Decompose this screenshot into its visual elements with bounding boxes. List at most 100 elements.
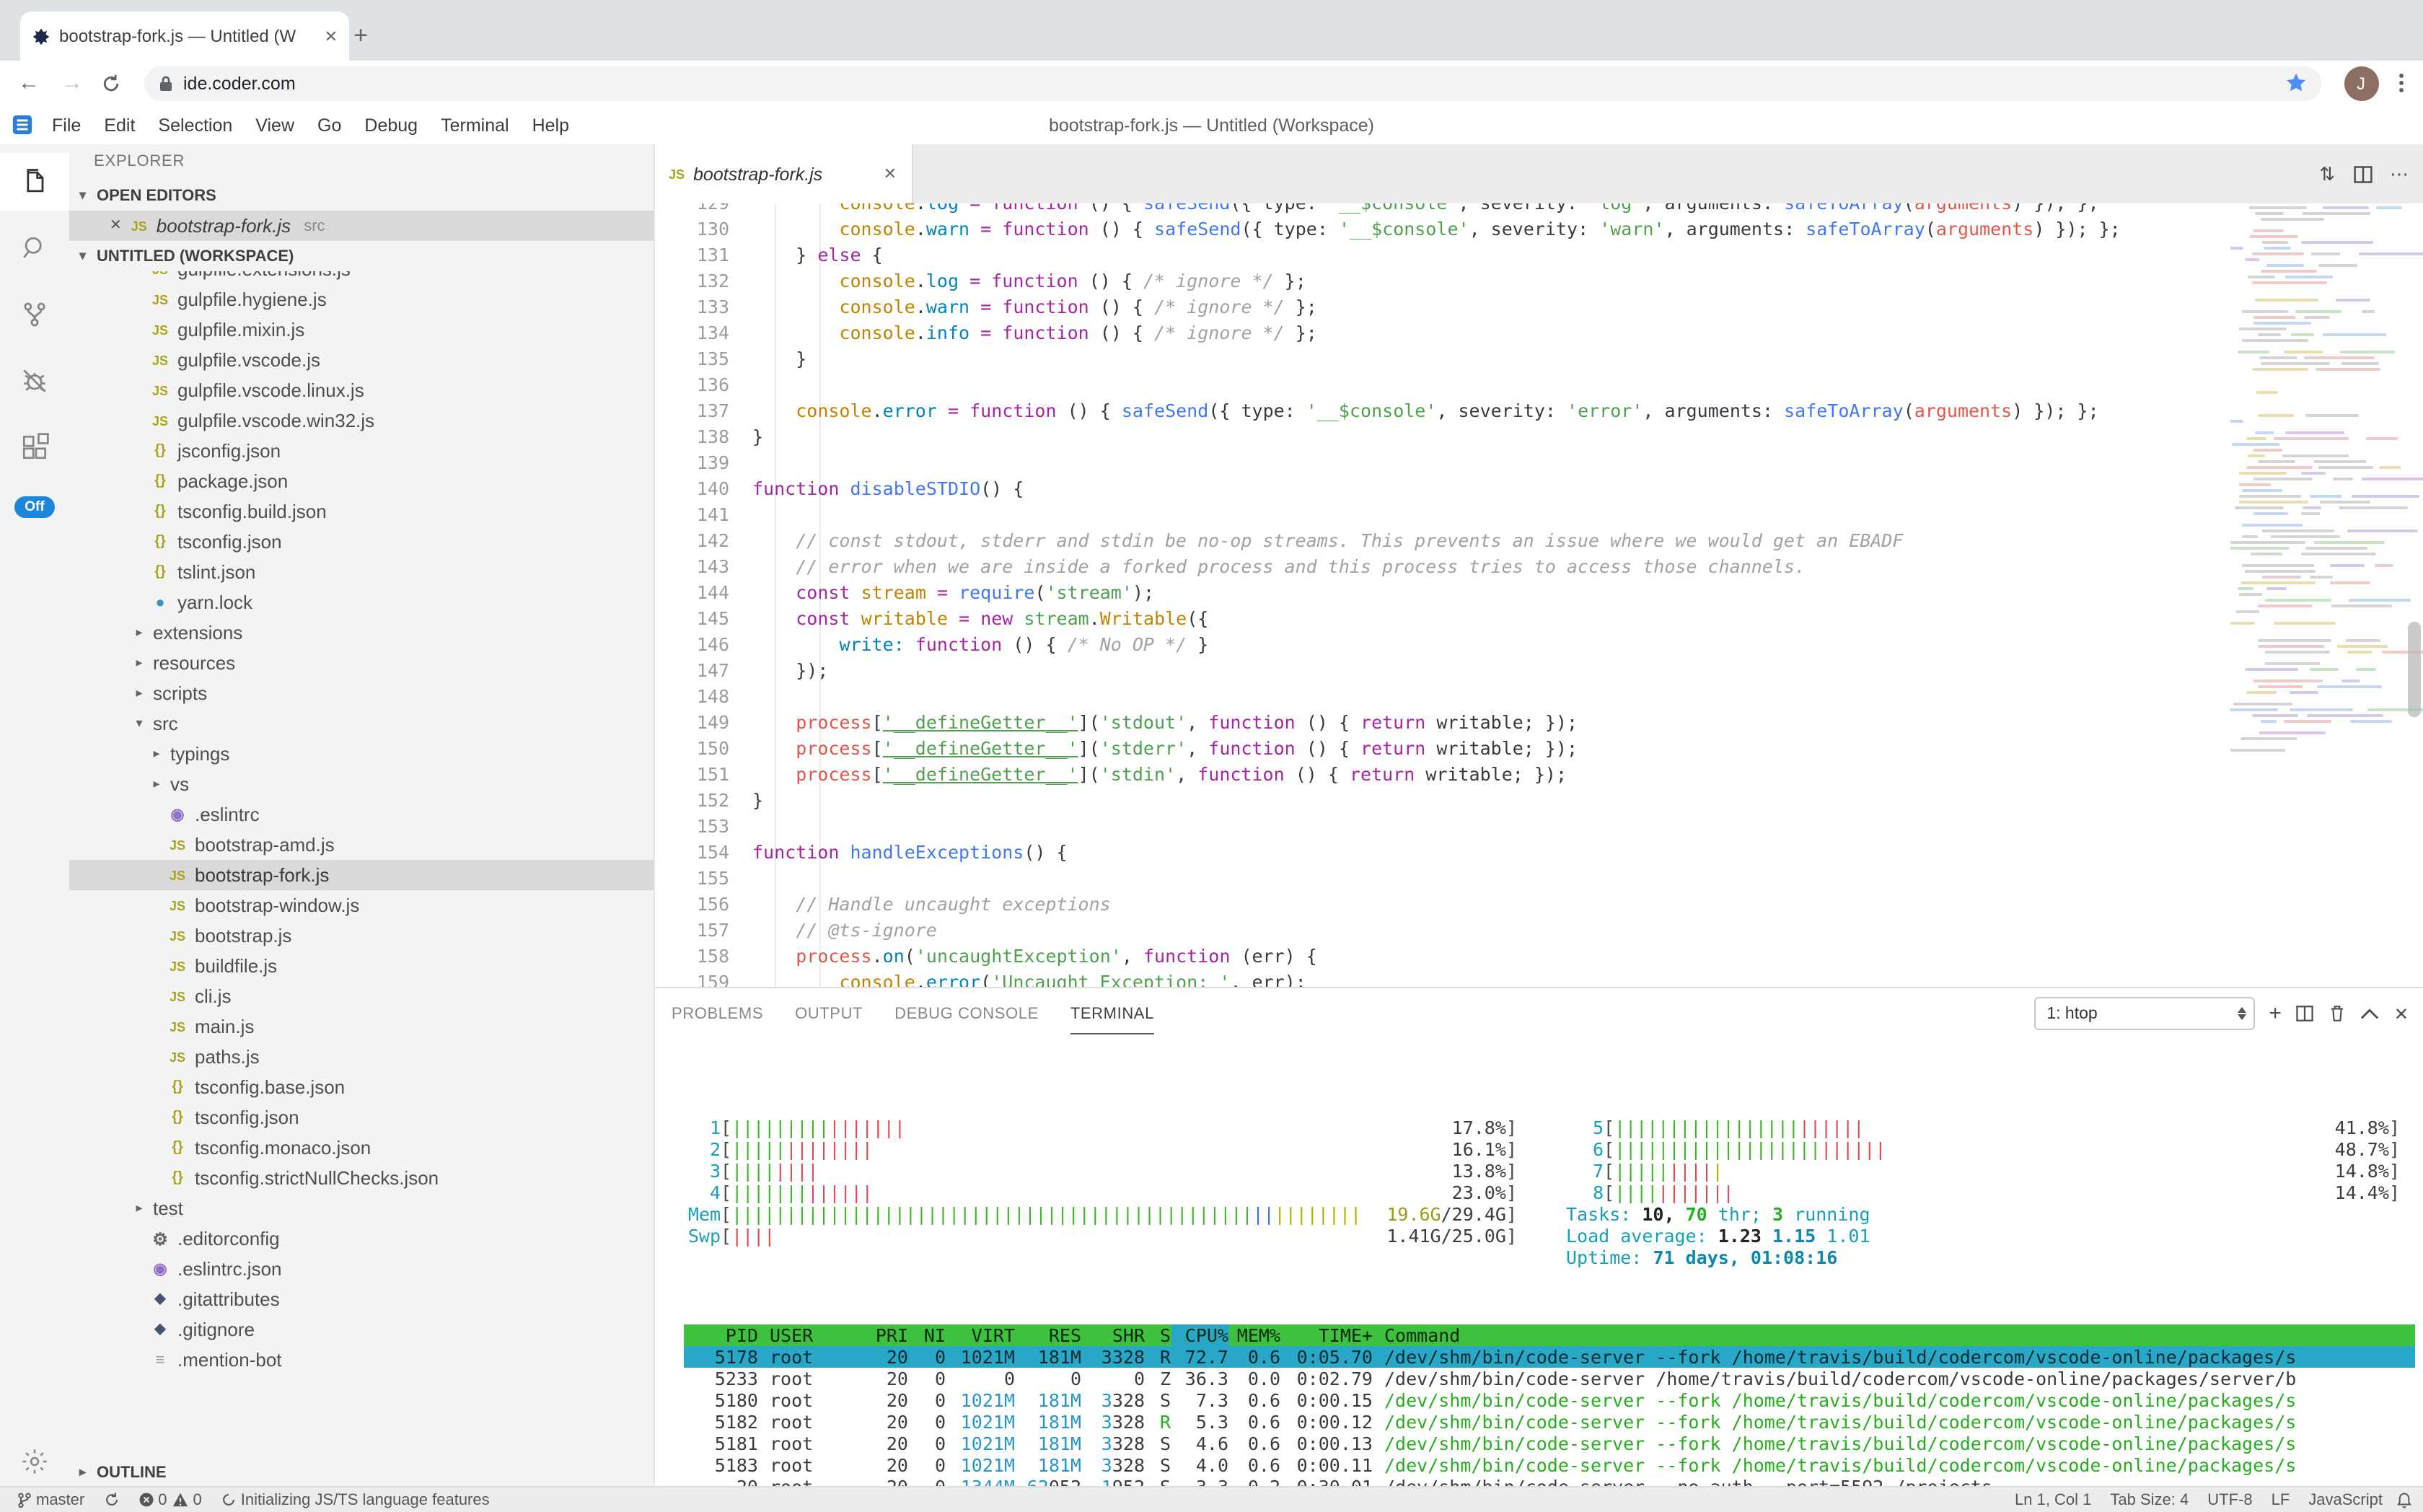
column-MEM%[interactable]: MEM% (1228, 1324, 1280, 1346)
back-icon[interactable]: ← (14, 71, 43, 95)
tree-item-test[interactable]: ▸test (69, 1193, 653, 1223)
tree-item-src[interactable]: ▾src (69, 708, 653, 739)
tree-item-vs[interactable]: ▸vs (69, 769, 653, 799)
cursor-position[interactable]: Ln 1, Col 1 (2009, 1491, 2097, 1508)
status-badge-off[interactable]: Off (14, 496, 54, 518)
tree-item-.gitignore[interactable]: ◆.gitignore (69, 1314, 653, 1345)
kill-terminal-icon[interactable] (2329, 1004, 2347, 1023)
tree-item-tsconfig.strictNullChecks.json[interactable]: {}tsconfig.strictNullChecks.json (69, 1163, 653, 1193)
maximize-panel-icon[interactable] (2361, 1007, 2380, 1020)
minimap[interactable] (2224, 206, 2400, 783)
tree-item-bootstrap-fork.js[interactable]: JSbootstrap-fork.js (69, 860, 653, 890)
column-USER[interactable]: USER (758, 1324, 865, 1346)
browser-tab[interactable]: bootstrap-fork.js — Untitled (W ✕ (20, 12, 349, 61)
column-Command[interactable]: Command (1373, 1324, 2414, 1346)
tab-close-icon[interactable]: ✕ (325, 27, 338, 45)
tree-item-.eslintrc[interactable]: ◉.eslintrc (69, 799, 653, 830)
tree-item-gulpfile.mixin.js[interactable]: JSgulpfile.mixin.js (69, 315, 653, 345)
menu-view[interactable]: View (245, 110, 304, 139)
menu-go[interactable]: Go (307, 110, 351, 139)
tree-item-bootstrap-window.js[interactable]: JSbootstrap-window.js (69, 890, 653, 920)
forward-icon[interactable]: → (58, 71, 87, 95)
tree-item-extensions[interactable]: ▸extensions (69, 617, 653, 648)
column-VIRT[interactable]: VIRT (946, 1324, 1015, 1346)
outline-header[interactable]: ▸ OUTLINE (69, 1457, 653, 1487)
close-panel-icon[interactable]: ✕ (2394, 1003, 2409, 1024)
column-SHR[interactable]: SHR (1081, 1324, 1145, 1346)
panel-tab-terminal[interactable]: TERMINAL (1070, 993, 1154, 1034)
menu-edit[interactable]: Edit (94, 110, 145, 139)
close-icon[interactable]: ✕ (110, 218, 122, 234)
tree-item-buildfile.js[interactable]: JSbuildfile.js (69, 951, 653, 981)
panel-tab-problems[interactable]: PROBLEMS (672, 993, 763, 1034)
tree-item-.eslintrc.json[interactable]: ◉.eslintrc.json (69, 1254, 653, 1284)
avatar[interactable]: J (2344, 66, 2378, 100)
tree-item-tslint.json[interactable]: {}tslint.json (69, 557, 653, 587)
sync-status[interactable] (97, 1492, 125, 1508)
editor-tab-close-icon[interactable]: ✕ (884, 164, 897, 183)
menu-help[interactable]: Help (522, 110, 579, 139)
tree-item-gulpfile.hygiene.js[interactable]: JSgulpfile.hygiene.js (69, 284, 653, 315)
reload-icon[interactable] (101, 73, 121, 93)
tree-item-paths.js[interactable]: JSpaths.js (69, 1042, 653, 1072)
split-terminal-icon[interactable] (2296, 1004, 2315, 1023)
language-status-message[interactable]: Initializing JS/TS language features (215, 1491, 496, 1508)
tree-item-tsconfig.json[interactable]: {}tsconfig.json (69, 1102, 653, 1133)
panel-tab-debug-console[interactable]: DEBUG CONSOLE (894, 993, 1039, 1034)
menu-file[interactable]: File (42, 110, 91, 139)
open-editors-header[interactable]: ▾ OPEN EDITORS (69, 180, 653, 211)
tree-item-gulpfile.vscode.linux.js[interactable]: JSgulpfile.vscode.linux.js (69, 375, 653, 405)
bookmark-star-icon[interactable] (2285, 72, 2306, 94)
column-TIME+[interactable]: TIME+ (1280, 1324, 1373, 1346)
workspace-header[interactable]: ▾ UNTITLED (WORKSPACE) (69, 241, 653, 271)
new-tab-button[interactable]: + (343, 19, 378, 53)
activity-search[interactable] (0, 219, 69, 277)
new-terminal-icon[interactable]: + (2269, 1001, 2282, 1026)
menu-selection[interactable]: Selection (148, 110, 242, 139)
open-editor-item[interactable]: ✕ JS bootstrap-fork.js src (69, 211, 653, 241)
eol[interactable]: LF (2266, 1491, 2296, 1508)
language-mode[interactable]: JavaScript (2303, 1491, 2388, 1508)
tree-item-main.js[interactable]: JSmain.js (69, 1011, 653, 1042)
tree-item-bootstrap-amd.js[interactable]: JSbootstrap-amd.js (69, 830, 653, 860)
tree-item-package.json[interactable]: {}package.json (69, 466, 653, 496)
activity-explorer[interactable] (0, 153, 69, 211)
sync-editors-icon[interactable]: ⇅ (2319, 162, 2335, 185)
tree-item-.editorconfig[interactable]: ⚙.editorconfig (69, 1223, 653, 1254)
activity-settings[interactable] (0, 1447, 69, 1476)
tree-item-jsconfig.json[interactable]: {}jsconfig.json (69, 436, 653, 466)
problems-status[interactable]: 0 0 (132, 1491, 208, 1508)
activity-extensions[interactable] (0, 418, 69, 476)
tree-item-typings[interactable]: ▸typings (69, 739, 653, 769)
tree-item-bootstrap.js[interactable]: JSbootstrap.js (69, 920, 653, 951)
activity-debug-disabled[interactable] (0, 352, 69, 410)
tree-item-tsconfig.base.json[interactable]: {}tsconfig.base.json (69, 1072, 653, 1102)
column-PRI[interactable]: PRI (865, 1324, 908, 1346)
tab-size[interactable]: Tab Size: 4 (2104, 1491, 2194, 1508)
column-PID[interactable]: PID (683, 1324, 758, 1346)
encoding[interactable]: UTF-8 (2202, 1491, 2258, 1508)
code-editor[interactable]: 129 console.log = function () { safeSend… (654, 203, 2423, 987)
editor-scrollbar[interactable] (2407, 622, 2420, 717)
panel-tab-output[interactable]: OUTPUT (795, 993, 863, 1034)
tree-item-resources[interactable]: ▸resources (69, 648, 653, 678)
menu-terminal[interactable]: Terminal (431, 110, 519, 139)
terminal-select[interactable]: 1: htop (2033, 997, 2254, 1030)
column-NI[interactable]: NI (908, 1324, 946, 1346)
menu-debug[interactable]: Debug (354, 110, 428, 139)
tree-item-scripts[interactable]: ▸scripts (69, 678, 653, 708)
tree-item-tsconfig.monaco.json[interactable]: {}tsconfig.monaco.json (69, 1133, 653, 1163)
tree-item-gulpfile.vscode.js[interactable]: JSgulpfile.vscode.js (69, 345, 653, 375)
url-text[interactable]: ide.coder.com (183, 73, 2274, 93)
more-actions-icon[interactable]: ⋯ (2390, 162, 2409, 185)
tree-item-.gitattributes[interactable]: ◆.gitattributes (69, 1284, 653, 1314)
column-CPU%[interactable]: CPU% (1171, 1324, 1228, 1346)
git-branch-status[interactable]: master (12, 1491, 90, 1508)
address-bar[interactable]: ide.coder.com (144, 66, 2321, 100)
terminal-output[interactable]: 1[||||||||||||||||17.8%]2[|||||||||||||1… (654, 1039, 2423, 1487)
browser-menu-icon[interactable] (2393, 74, 2409, 92)
tree-item-yarn.lock[interactable]: ●yarn.lock (69, 587, 653, 617)
column-S[interactable]: S (1145, 1324, 1171, 1346)
split-editor-icon[interactable] (2352, 164, 2373, 184)
tree-item-tsconfig.build.json[interactable]: {}tsconfig.build.json (69, 496, 653, 527)
